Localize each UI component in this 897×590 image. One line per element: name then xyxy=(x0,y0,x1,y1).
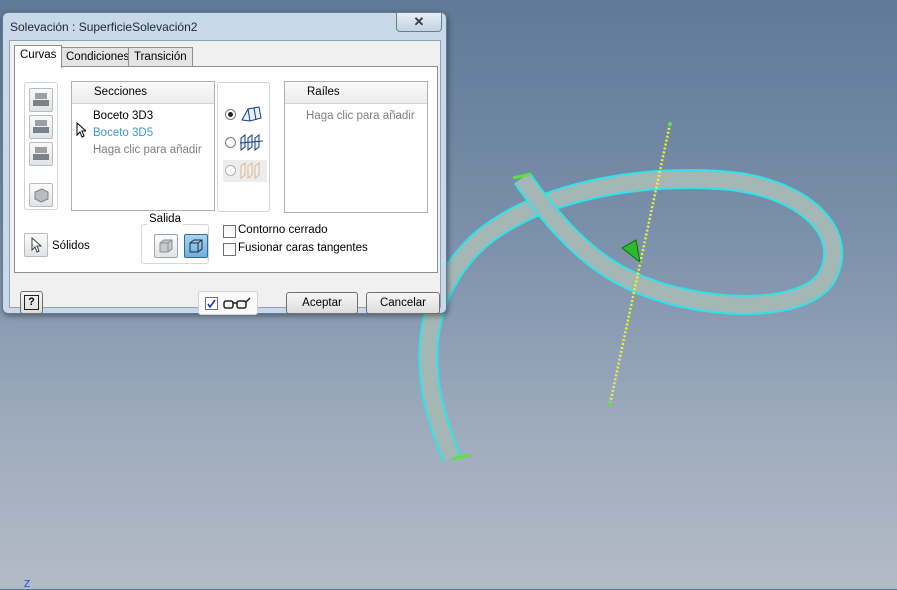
sketch-select-button[interactable] xyxy=(29,115,53,139)
section-item[interactable]: Boceto 3D3 xyxy=(93,110,153,122)
sections-header: Secciones xyxy=(72,82,214,104)
close-button[interactable]: ✕ xyxy=(396,12,442,32)
output-surface-button[interactable] xyxy=(184,234,208,258)
axis-label: Z xyxy=(24,579,31,590)
mode-rails-option[interactable] xyxy=(223,104,267,126)
mode-area-option[interactable] xyxy=(223,160,267,182)
rails-mode-icon xyxy=(241,106,262,122)
rails-list[interactable]: Raíles Haga clic para añadir xyxy=(284,81,428,213)
mode-centerline-option[interactable] xyxy=(223,132,267,154)
accept-button[interactable]: Aceptar xyxy=(286,292,358,314)
output-solid-button[interactable] xyxy=(154,234,178,258)
sections-header-label: Secciones xyxy=(94,86,148,98)
tab-condiciones[interactable]: Condiciones xyxy=(60,47,136,67)
closed-loop-label: Contorno cerrado xyxy=(238,224,328,236)
centerline-mode-icon xyxy=(239,134,264,151)
loft-surface-arc[interactable] xyxy=(418,169,721,462)
mode-centerline-radio[interactable] xyxy=(225,137,236,148)
output-label: Salida xyxy=(147,213,183,225)
tab-curvas[interactable]: Curvas xyxy=(14,45,63,68)
area-mode-icon xyxy=(240,162,260,179)
cancel-button[interactable]: Cancelar xyxy=(366,292,440,314)
sketch-select-button[interactable] xyxy=(29,88,53,112)
help-icon: ? xyxy=(24,295,39,310)
solids-select-button[interactable] xyxy=(24,233,48,257)
rails-header: Raíles xyxy=(285,82,427,104)
mode-rails-radio[interactable] xyxy=(225,109,236,120)
help-button[interactable]: ? xyxy=(20,291,43,314)
sketch-icon xyxy=(33,93,49,106)
mouse-cursor-icon xyxy=(76,122,86,138)
loft-dialog: Solevación : SuperficieSolevación2 ✕ Cur… xyxy=(2,12,447,315)
sketch-select-button[interactable] xyxy=(29,142,53,166)
dialog-title: Solevación : SuperficieSolevación2 xyxy=(10,20,198,34)
merge-tangent-faces-checkbox[interactable] xyxy=(223,243,236,256)
section-item[interactable]: Boceto 3D5 xyxy=(93,127,153,139)
solids-label: Sólidos xyxy=(52,240,90,252)
surface-box-icon xyxy=(189,239,203,253)
selection-tools xyxy=(24,82,58,210)
merge-tangent-faces-label: Fusionar caras tangentes xyxy=(238,242,368,254)
glasses-icon xyxy=(223,297,251,309)
section-add-placeholder[interactable]: Haga clic para añadir xyxy=(93,144,202,156)
solid-select-button[interactable] xyxy=(29,183,53,207)
tab-transicion[interactable]: Transición xyxy=(128,47,193,67)
rails-header-label: Raíles xyxy=(307,86,340,98)
title-bar[interactable]: Solevación : SuperficieSolevación2 ✕ xyxy=(3,12,446,39)
closed-loop-checkbox[interactable] xyxy=(223,225,236,238)
direction-arrow-icon xyxy=(621,239,641,264)
sketch-icon xyxy=(33,120,49,133)
preview-checkbox[interactable] xyxy=(205,297,218,310)
solid-icon xyxy=(34,188,49,203)
sketch-icon xyxy=(33,147,49,160)
loft-mode-options xyxy=(217,82,270,212)
sections-list[interactable]: Secciones Boceto 3D3 Boceto 3D5 Haga cli… xyxy=(71,81,215,211)
checkmark-icon xyxy=(207,299,216,309)
tab-panel-curvas: Secciones Boceto 3D3 Boceto 3D5 Haga cli… xyxy=(14,66,438,273)
preview-toggle xyxy=(198,291,258,315)
rails-add-placeholder[interactable]: Haga clic para añadir xyxy=(306,110,415,122)
mode-area-radio[interactable] xyxy=(225,165,236,176)
cursor-icon xyxy=(31,236,43,253)
solid-box-icon xyxy=(159,239,173,253)
dialog-body: Curvas Condiciones Transición Secciones … xyxy=(9,40,441,315)
